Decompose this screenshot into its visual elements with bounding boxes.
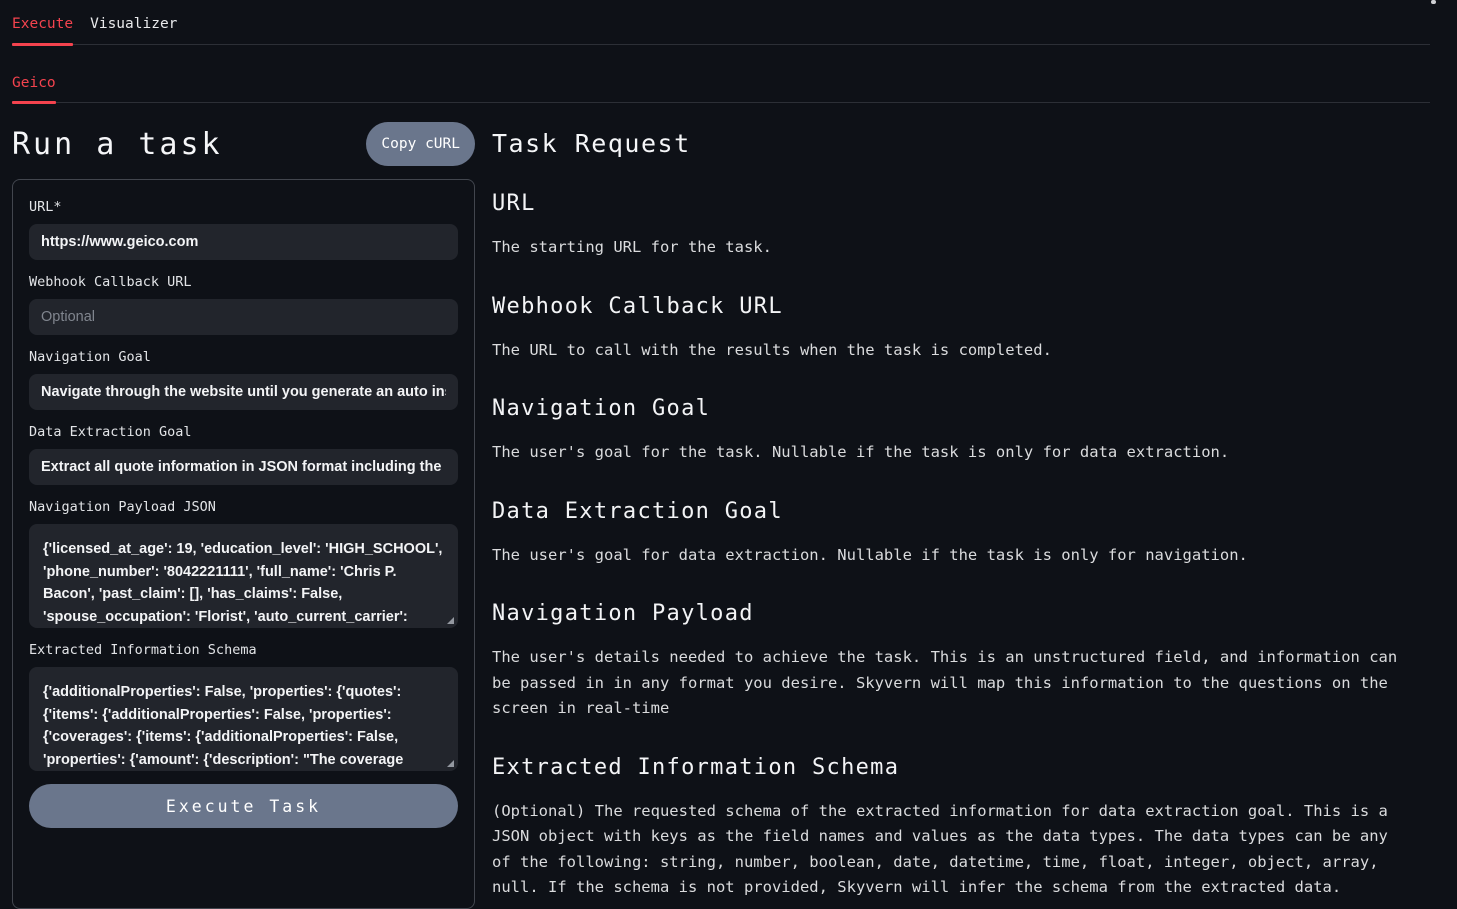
webhook-field-group: Webhook Callback URL [29, 274, 458, 335]
doc-section-data-extraction-goal: Data Extraction Goal The user's goal for… [492, 496, 1430, 569]
doc-heading: Webhook Callback URL [492, 291, 1430, 323]
tab-execute[interactable]: Execute [12, 0, 73, 44]
doc-heading: Data Extraction Goal [492, 496, 1430, 528]
resize-grip-icon[interactable] [447, 760, 454, 767]
extracted-schema-textarea[interactable]: {'additionalProperties': False, 'propert… [29, 667, 458, 771]
navigation-goal-label: Navigation Goal [29, 349, 458, 365]
doc-description: (Optional) The requested schema of the e… [492, 799, 1430, 901]
navigation-payload-textarea[interactable]: {'licensed_at_age': 19, 'education_level… [29, 524, 458, 628]
doc-section-navigation-payload: Navigation Payload The user's details ne… [492, 598, 1430, 722]
webhook-input[interactable] [29, 299, 458, 335]
resize-grip-icon[interactable] [447, 617, 454, 624]
data-extraction-goal-input[interactable] [29, 449, 458, 485]
webhook-label: Webhook Callback URL [29, 274, 458, 290]
task-form-panel: Run a task Copy cURL URL* Webhook Callba… [12, 103, 475, 909]
doc-section-webhook: Webhook Callback URL The URL to call wit… [492, 291, 1430, 364]
url-field-group: URL* [29, 199, 458, 260]
doc-heading: Extracted Information Schema [492, 752, 1430, 784]
navigation-goal-input[interactable] [29, 374, 458, 410]
task-form-card: URL* Webhook Callback URL Navigation Goa… [12, 179, 475, 909]
navigation-payload-label: Navigation Payload JSON [29, 499, 458, 515]
doc-description: The starting URL for the task. [492, 235, 1430, 261]
doc-description: The URL to call with the results when th… [492, 338, 1430, 364]
doc-heading: URL [492, 188, 1430, 220]
task-request-docs-panel: Task Request URL The starting URL for th… [492, 103, 1430, 901]
main-content: Run a task Copy cURL URL* Webhook Callba… [12, 103, 1430, 909]
form-panel-header: Run a task Copy cURL [12, 121, 475, 167]
url-input[interactable] [29, 224, 458, 260]
url-label: URL* [29, 199, 458, 215]
tab-geico[interactable]: Geico [12, 45, 56, 102]
doc-heading: Navigation Goal [492, 393, 1430, 425]
app-header: Execute Visualizer Geico [0, 0, 1457, 103]
doc-description: The user's goal for data extraction. Nul… [492, 543, 1430, 569]
doc-heading: Navigation Payload [492, 598, 1430, 630]
doc-section-url: URL The starting URL for the task. [492, 188, 1430, 261]
copy-curl-button[interactable]: Copy cURL [366, 122, 475, 166]
execute-task-button[interactable]: Execute Task [29, 784, 458, 828]
extracted-schema-field-group: Extracted Information Schema {'additiona… [29, 642, 458, 771]
doc-description: The user's details needed to achieve the… [492, 645, 1430, 722]
doc-description: The user's goal for the task. Nullable i… [492, 440, 1430, 466]
navigation-goal-field-group: Navigation Goal [29, 349, 458, 410]
data-extraction-goal-label: Data Extraction Goal [29, 424, 458, 440]
page-title: Run a task [12, 127, 223, 162]
doc-section-navigation-goal: Navigation Goal The user's goal for the … [492, 393, 1430, 466]
tab-visualizer[interactable]: Visualizer [90, 0, 177, 44]
navigation-payload-field-group: Navigation Payload JSON {'licensed_at_ag… [29, 499, 458, 628]
secondary-tab-bar: Geico [12, 45, 1430, 103]
docs-panel-title: Task Request [492, 129, 1430, 158]
navigation-payload-wrapper: {'licensed_at_age': 19, 'education_level… [29, 524, 458, 628]
doc-section-extracted-schema: Extracted Information Schema (Optional) … [492, 752, 1430, 901]
primary-tab-bar: Execute Visualizer [12, 0, 1430, 45]
data-extraction-goal-field-group: Data Extraction Goal [29, 424, 458, 485]
extracted-schema-label: Extracted Information Schema [29, 642, 458, 658]
extracted-schema-wrapper: {'additionalProperties': False, 'propert… [29, 667, 458, 771]
scrollbar-thumb[interactable] [1431, 0, 1436, 4]
